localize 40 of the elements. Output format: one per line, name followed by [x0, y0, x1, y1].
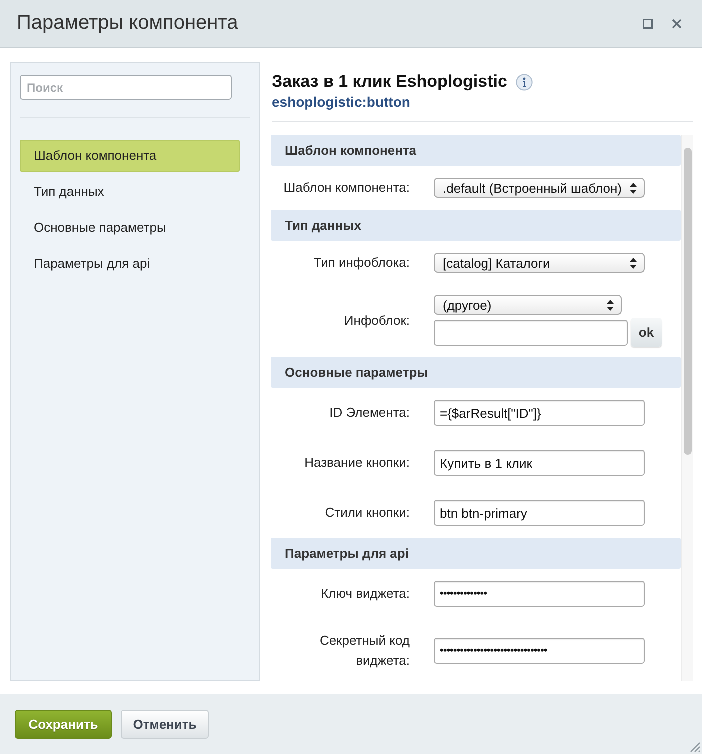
cancel-button[interactable]: Отменить — [121, 710, 209, 739]
text-field[interactable]: btn btn-primary — [434, 500, 645, 526]
scrollbar[interactable] — [681, 135, 693, 681]
field-label: Ключ виджета: — [320, 585, 410, 603]
ok-button[interactable]: ok — [631, 318, 662, 347]
search-field[interactable]: Поиск — [20, 75, 232, 100]
dropdown[interactable]: .default (Встроенный шаблон) — [434, 178, 645, 198]
dropdown[interactable]: (другое) — [434, 295, 622, 315]
field-label: Стили кнопки: — [324, 504, 410, 522]
window-title: Параметры компонента — [17, 12, 240, 35]
password-field[interactable]: •••••••••••••••••••••••••••••••• — [434, 638, 645, 664]
info-icon[interactable] — [516, 74, 534, 90]
section-header: Тип данных — [271, 210, 681, 241]
close-icon[interactable] — [672, 18, 682, 28]
field-label: Шаблон компонента: — [282, 179, 410, 197]
section-header: Основные параметры — [271, 357, 681, 388]
sidebar-item[interactable]: Основные параметры — [20, 212, 240, 244]
text-field[interactable] — [434, 320, 628, 346]
field-label: Инфоблок: — [343, 312, 410, 330]
resize-grip-icon[interactable] — [690, 742, 700, 752]
sidebar-item[interactable]: Параметры для api — [20, 248, 240, 280]
up-down-arrows-icon — [630, 258, 637, 268]
text-field[interactable]: Купить в 1 клик — [434, 450, 645, 476]
up-down-arrows-icon — [630, 182, 637, 194]
dropdown[interactable]: [catalog] Каталоги — [434, 253, 645, 273]
field-label: Тип инфоблока: — [312, 254, 410, 272]
maximize-icon[interactable] — [643, 18, 653, 28]
field-label: Секретный код виджета: — [318, 632, 410, 670]
up-down-arrows-icon — [607, 300, 614, 310]
component-code: eshoplogistic:button — [272, 93, 410, 111]
scrollbar-thumb[interactable] — [684, 148, 692, 455]
password-field[interactable]: •••••••••••••• — [434, 581, 645, 607]
field-label: ID Элемента: — [328, 404, 410, 422]
section-header: Параметры для api — [271, 538, 681, 569]
section-header: Шаблон компонента — [271, 135, 681, 166]
sidebar-item[interactable]: Тип данных — [20, 176, 240, 208]
field-label: Название кнопки: — [304, 454, 410, 472]
text-field[interactable]: ={$arResult["ID"]} — [434, 400, 645, 426]
component-title: Заказ в 1 клик Eshoplogistic — [272, 72, 508, 92]
sidebar-item[interactable]: Шаблон компонента — [20, 140, 240, 172]
